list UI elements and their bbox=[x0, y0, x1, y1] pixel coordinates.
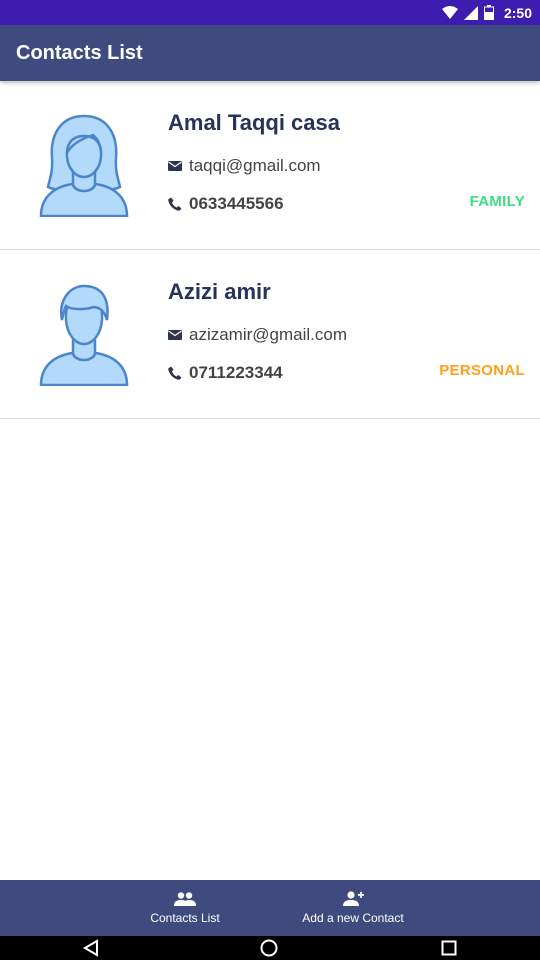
people-icon bbox=[174, 891, 196, 906]
recents-icon[interactable] bbox=[441, 940, 457, 956]
bottom-nav: Contacts List Add a new Contact bbox=[0, 880, 540, 936]
contact-email-row: azizamir@gmail.com bbox=[168, 325, 347, 345]
contact-card[interactable]: Azizi amir azizamir@gmail.com 0711223344… bbox=[0, 250, 540, 419]
contact-phone-row: 0711223344 bbox=[168, 363, 283, 383]
nav-label: Contacts List bbox=[150, 910, 220, 925]
nav-label: Add a new Contact bbox=[302, 911, 404, 925]
home-icon[interactable] bbox=[260, 939, 278, 957]
category-badge: PERSONAL bbox=[439, 362, 525, 379]
contact-card[interactable]: Amal Taqqi casa taqqi@gmail.com 06334455… bbox=[0, 81, 540, 250]
phone-icon bbox=[168, 366, 182, 380]
contact-email-row: taqqi@gmail.com bbox=[168, 156, 321, 176]
status-icons: 2:50 bbox=[441, 0, 532, 25]
email-icon bbox=[168, 330, 182, 340]
battery-icon bbox=[483, 5, 494, 20]
system-navigation-bar bbox=[0, 936, 540, 960]
contact-phone: 0711223344 bbox=[189, 363, 283, 382]
email-icon bbox=[168, 161, 182, 171]
contact-phone-row: 0633445566 bbox=[168, 194, 284, 214]
contact-list: Amal Taqqi casa taqqi@gmail.com 06334455… bbox=[0, 81, 540, 419]
contact-name: Amal Taqqi casa bbox=[168, 110, 340, 135]
status-time: 2:50 bbox=[503, 4, 532, 21]
page-title: Contacts List bbox=[16, 42, 143, 64]
app-bar: Contacts List bbox=[0, 25, 540, 81]
contact-phone: 0633445566 bbox=[189, 194, 284, 213]
cell-signal-icon bbox=[463, 5, 478, 20]
status-bar: 2:50 bbox=[0, 0, 540, 25]
category-badge: FAMILY bbox=[469, 193, 525, 210]
phone-icon bbox=[168, 197, 182, 211]
contact-name: Azizi amir bbox=[168, 279, 271, 304]
nav-item-contacts-list[interactable]: Contacts List bbox=[135, 880, 235, 936]
back-icon[interactable] bbox=[82, 939, 100, 957]
person-add-icon bbox=[343, 891, 364, 906]
nav-item-add-contact[interactable]: Add a new Contact bbox=[288, 880, 418, 936]
contact-email: azizamir@gmail.com bbox=[189, 325, 348, 344]
contact-email: taqqi@gmail.com bbox=[189, 156, 321, 175]
female-avatar-icon bbox=[39, 114, 129, 217]
male-avatar-icon bbox=[39, 284, 129, 386]
wifi-icon bbox=[441, 5, 458, 19]
